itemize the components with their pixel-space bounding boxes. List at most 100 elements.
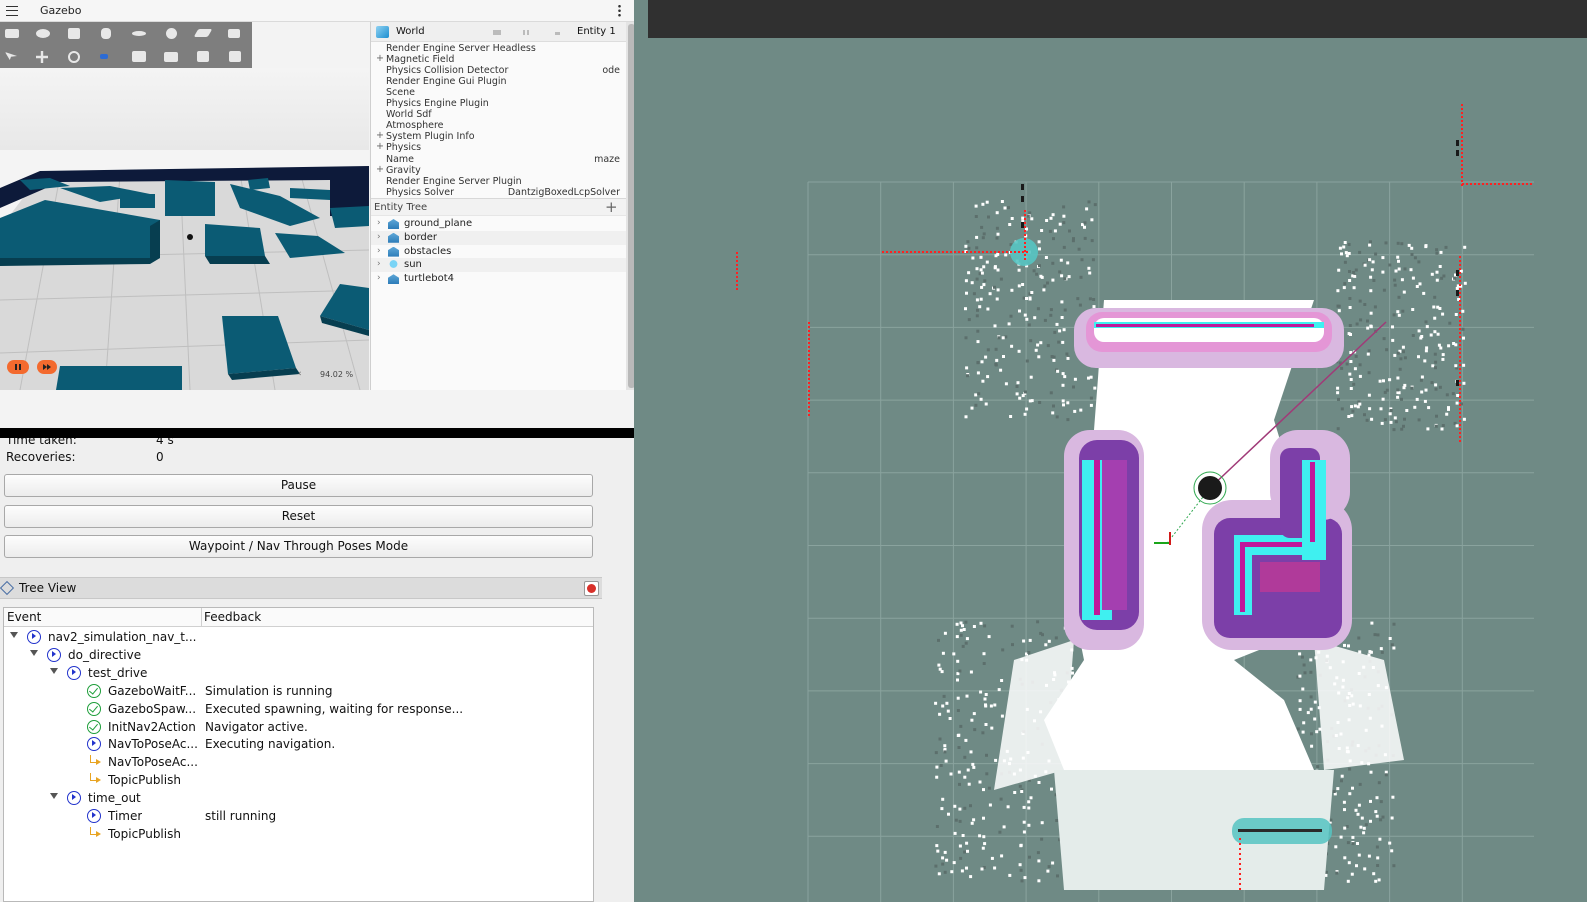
select-mode-icon[interactable] [5,52,17,60]
directional-light-icon[interactable] [193,29,213,37]
more-options-icon[interactable] [618,4,621,17]
tree-row-feedback: Executed spawning, waiting for response.… [205,701,464,716]
expand-arrow-icon[interactable] [50,793,58,800]
entity-row[interactable]: › turtlebot4 [371,272,627,286]
entity-name: obstacles [404,245,452,257]
tree-view-icon [0,580,15,596]
pause-button[interactable]: Pause [4,474,593,497]
close-icon[interactable] [584,581,599,596]
spot-light-icon[interactable] [228,29,240,38]
expand-arrow-icon[interactable] [50,667,58,674]
running-icon [27,630,41,644]
chevron-right-icon[interactable]: › [377,232,381,242]
tree-row-event: NavToPoseAc... [108,737,198,752]
tree-row-event: NavToPoseAc... [108,755,198,770]
component-property-row: World Sdf [371,109,627,120]
dropdown-chevron-icon[interactable] [555,32,560,35]
entity-row[interactable]: › sun [371,258,627,273]
entity-row[interactable]: › border [371,230,627,245]
rotate-mode-icon[interactable] [68,51,80,63]
step-simulation-button[interactable] [37,360,57,374]
tree-view-title: Tree View [19,581,77,595]
component-property-row[interactable]: + Physics [371,141,627,153]
success-icon [87,701,101,716]
sphere-shape-icon[interactable] [36,29,50,38]
tree-row[interactable]: NavToPoseAc... Executing navigation. [4,735,593,753]
pause-simulation-button[interactable] [7,360,29,374]
turtlebot-model [187,234,193,240]
component-property-row[interactable]: + System Plugin Info [371,130,627,142]
pause-update-icon[interactable] [523,30,531,35]
component-property-row[interactable]: + Magnetic Field [371,53,627,65]
expand-plus-icon[interactable]: + [376,164,384,175]
capsule-shape-icon[interactable] [101,28,111,39]
chevron-right-icon[interactable]: › [377,246,381,256]
chevron-right-icon[interactable]: › [377,259,381,269]
hamburger-menu-icon[interactable] [6,6,18,16]
rviz-map-view[interactable] [634,0,1587,902]
view-angle-icon[interactable] [132,51,146,62]
tree-row[interactable]: time_out [4,789,593,807]
costmap-top-wall [1074,308,1344,368]
recoveries-value: 0 [156,450,164,464]
reset-button[interactable]: Reset [4,505,593,528]
tree-view-table[interactable]: Event Feedback nav2_simulation_nav_t... d… [3,607,594,902]
component-property-row[interactable]: + Gravity [371,164,627,176]
running-icon [87,737,101,752]
expand-plus-icon[interactable]: + [376,53,384,64]
tree-row[interactable]: nav2_simulation_nav_t... [4,628,593,646]
column-header-event[interactable]: Event [7,610,41,624]
tree-row-event: Timer [108,809,143,823]
tree-row[interactable]: test_drive [4,664,593,682]
chevron-right-icon[interactable]: › [377,273,381,283]
screenshot-icon[interactable] [164,52,178,62]
tree-row[interactable]: do_directive [4,646,593,664]
property-key: Physics Solver [386,186,455,198]
property-key: Physics Engine Plugin [386,98,489,110]
grid-snap-icon[interactable] [100,54,108,59]
property-key: Name [386,153,415,165]
property-key: Gravity [386,164,421,176]
entity-row[interactable]: › obstacles [371,245,627,259]
tree-row-event: GazeboSpaw... [108,701,197,716]
simulation-controls: ‹ 94.02 % [0,355,369,390]
tree-row[interactable]: Timer still running [4,807,593,825]
paste-icon[interactable] [229,51,241,62]
copy-icon[interactable] [197,51,209,62]
box-shape-icon[interactable] [5,29,19,38]
running-icon [87,809,101,823]
tree-row[interactable]: GazeboWaitF... Simulation is running [4,682,593,700]
entity-id: Entity 1 [577,26,616,37]
component-inspector-header: World Entity 1 [371,22,627,42]
cylinder-shape-icon[interactable] [68,28,80,39]
tree-row-event: time_out [88,791,141,806]
gazebo-3d-view[interactable] [0,68,369,390]
running-icon [67,665,81,680]
tree-view-column-headers: Event Feedback [4,608,593,627]
tree-row[interactable]: TopicPublish [4,771,593,789]
translate-mode-icon[interactable] [36,51,48,63]
ellipsoid-shape-icon[interactable] [132,31,146,36]
tree-row[interactable]: InitNav2Action Navigator active. [4,718,593,736]
gazebo-title-bar: Gazebo [0,0,638,22]
tree-row[interactable]: NavToPoseAc... [4,753,593,771]
expand-arrow-icon[interactable] [10,632,18,638]
expand-plus-icon[interactable]: + [376,130,384,141]
entity-row[interactable]: › ground_plane [371,217,627,231]
chevron-right-icon[interactable]: › [377,218,381,228]
tree-row-event: do_directive [68,647,142,662]
waypoint-mode-button[interactable]: Waypoint / Nav Through Poses Mode [4,535,593,558]
point-light-icon[interactable] [166,28,177,39]
gazebo-window: Gazebo ‹ 94.02 % World Entity 1 Render E… [0,0,648,438]
expand-arrow-icon[interactable] [30,649,38,656]
real-time-factor: 94.02 % [320,370,354,379]
column-header-feedback[interactable]: Feedback [204,610,261,624]
expand-plus-icon[interactable]: + [376,141,384,152]
tree-row[interactable]: TopicPublish [4,825,593,843]
add-entity-icon[interactable]: + [605,198,618,216]
running-icon [67,791,81,806]
success-icon [87,683,101,698]
rtf-chevron-icon[interactable]: ‹ [298,369,302,379]
lock-icon[interactable] [493,30,501,35]
tree-row[interactable]: GazeboSpaw... Executed spawning, waiting … [4,700,593,718]
